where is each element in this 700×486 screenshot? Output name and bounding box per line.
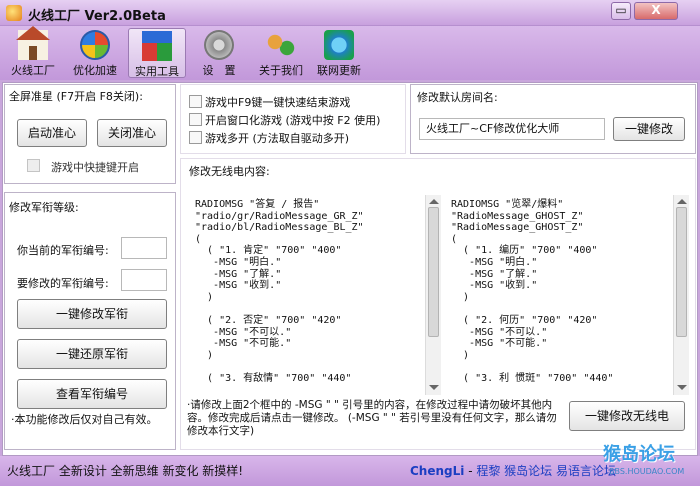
radio-left-scrollbar[interactable] <box>425 195 441 395</box>
target-rank-input[interactable] <box>121 269 167 291</box>
scroll-thumb[interactable] <box>676 207 687 337</box>
scroll-down-arrow-icon[interactable] <box>677 385 687 390</box>
tab-about[interactable]: 关于我们 <box>252 28 310 78</box>
watermark-url: BBS.HOUDAO.COM <box>609 467 685 476</box>
f9-end-game-label: 游戏中F9键一键快速结束游戏 <box>205 96 351 109</box>
radio-title: 修改无线电内容: <box>189 165 270 178</box>
modify-rank-button[interactable]: 一键修改军衔 <box>17 299 167 329</box>
windowed-mode-label: 开启窗口化游戏 (游戏中按 F2 使用) <box>205 114 381 127</box>
rank-panel: 修改军衔等级: 你当前的军衔编号: 要修改的军衔编号: 一键修改军衔 一键还原军… <box>4 192 176 450</box>
tab-optimize-label: 优化加速 <box>73 64 117 77</box>
status-slogan: 火线工厂 全新设计 全新思维 新变化 新摸样! <box>7 464 244 478</box>
radio-left-textarea[interactable]: RADIOMSG "答复 / 报告" "radio/gr/RadioMessag… <box>189 195 441 395</box>
current-rank-label: 你当前的军衔编号: <box>17 244 109 257</box>
windowed-mode-checkbox[interactable] <box>189 113 202 126</box>
tab-optimize[interactable]: 优化加速 <box>66 28 124 78</box>
people-icon <box>266 30 296 60</box>
rank-title: 修改军衔等级: <box>9 201 79 214</box>
hotkey-checkbox[interactable] <box>27 159 40 172</box>
tab-about-label: 关于我们 <box>259 64 303 77</box>
cubes-icon <box>142 31 172 61</box>
radio-instruction: ·请修改上面2个框中的 -MSG " " 引号里的内容，在修改过程中请勿破坏其他… <box>187 399 557 437</box>
status-bar: 火线工厂 全新设计 全新思维 新变化 新摸样! ChengLi - 程黎 猴岛论… <box>0 456 700 486</box>
main-toolbar: 火线工厂 优化加速 实用工具 设 置 关于我们 联网更新 <box>0 26 700 80</box>
crosshair-title: 全屏准星 (F7开启 F8关闭): <box>9 90 143 103</box>
crosshair-panel: 全屏准星 (F7开启 F8关闭): 启动准心 关闭准心 游戏中快捷键开启 <box>4 84 176 184</box>
radio-right-textarea[interactable]: RADIOMSG "览翠/爆料" "RadioMessage_GHOST_Z" … <box>445 195 689 395</box>
window-title: 火线工厂 Ver2.0Beta <box>28 9 166 24</box>
scroll-up-arrow-icon[interactable] <box>429 199 439 204</box>
title-bar[interactable]: 火线工厂 Ver2.0Beta ▭ X <box>0 0 700 26</box>
tab-home[interactable]: 火线工厂 <box>4 26 62 78</box>
radio-right-scrollbar[interactable] <box>673 195 689 395</box>
tab-tools-label: 实用工具 <box>135 65 179 78</box>
forum-links[interactable]: 程黎 猴岛论坛 易语言论坛 <box>476 464 616 478</box>
tab-tools[interactable]: 实用工具 <box>128 28 186 78</box>
house-icon <box>16 26 50 60</box>
scroll-down-arrow-icon[interactable] <box>429 385 439 390</box>
options-panel: 游戏中F9键一键快速结束游戏 开启窗口化游戏 (游戏中按 F2 使用) 游戏多开… <box>180 84 406 154</box>
status-credits: ChengLi - 程黎 猴岛论坛 易语言论坛 <box>410 462 616 479</box>
minimize-button[interactable]: ▭ <box>611 2 631 20</box>
radio-panel: 修改无线电内容: RADIOMSG "答复 / 报告" "radio/gr/Ra… <box>180 158 696 450</box>
watermark-title: 猴岛论坛 <box>603 444 675 465</box>
tab-settings[interactable]: 设 置 <box>190 28 248 78</box>
globe-icon <box>324 30 354 60</box>
rank-note: ·本功能修改后仅对自己有效。 <box>11 413 158 426</box>
multi-instance-label: 游戏多开 (方法取自驱动多开) <box>205 132 350 145</box>
hotkey-label: 游戏中快捷键开启 <box>51 161 139 174</box>
tab-update-label: 联网更新 <box>317 64 361 77</box>
room-name-panel: 修改默认房间名: 火线工厂~CF修改优化大师 一键修改 <box>410 84 696 154</box>
current-rank-input[interactable] <box>121 237 167 259</box>
forum-watermark: 猴岛论坛 BBS.HOUDAO.COM <box>603 440 698 484</box>
tab-update[interactable]: 联网更新 <box>310 28 368 78</box>
modify-radio-button[interactable]: 一键修改无线电 <box>569 401 685 431</box>
room-name-title: 修改默认房间名: <box>417 91 498 104</box>
restore-rank-button[interactable]: 一键还原军衔 <box>17 339 167 369</box>
tab-home-label: 火线工厂 <box>11 64 55 77</box>
f9-end-game-checkbox[interactable] <box>189 95 202 108</box>
room-name-input[interactable]: 火线工厂~CF修改优化大师 <box>419 118 605 140</box>
author-name[interactable]: ChengLi <box>410 464 464 478</box>
windows-logo-icon <box>80 30 110 60</box>
gear-icon <box>204 30 234 60</box>
multi-instance-checkbox[interactable] <box>189 131 202 144</box>
app-flame-icon <box>6 5 22 21</box>
close-crosshair-button[interactable]: 关闭准心 <box>97 119 167 147</box>
view-rank-button[interactable]: 查看军衔编号 <box>17 379 167 409</box>
tab-settings-label: 设 置 <box>202 64 236 77</box>
scroll-thumb[interactable] <box>428 207 439 337</box>
credits-separator: - <box>464 464 477 478</box>
room-name-modify-button[interactable]: 一键修改 <box>613 117 685 141</box>
start-crosshair-button[interactable]: 启动准心 <box>17 119 87 147</box>
scroll-up-arrow-icon[interactable] <box>677 199 687 204</box>
close-button[interactable]: X <box>634 2 678 20</box>
target-rank-label: 要修改的军衔编号: <box>17 277 109 290</box>
